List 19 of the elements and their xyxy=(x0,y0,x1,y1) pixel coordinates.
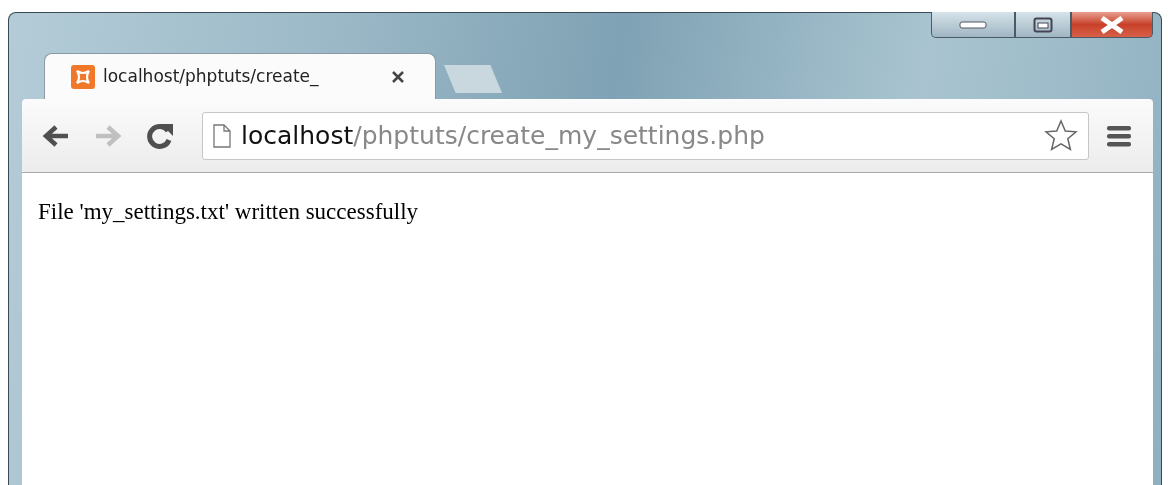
maximize-button[interactable] xyxy=(1015,12,1071,38)
browser-tab[interactable]: localhost/phptuts/create_ xyxy=(44,53,436,99)
page-icon xyxy=(213,123,231,148)
page-text: File 'my_settings.txt' written successfully xyxy=(38,199,419,224)
tab-title: localhost/phptuts/create_ xyxy=(103,64,320,89)
maximize-icon xyxy=(1033,16,1053,33)
close-button[interactable] xyxy=(1071,12,1153,38)
menu-icon xyxy=(1106,123,1132,148)
minimize-icon xyxy=(959,19,987,30)
app-icon xyxy=(71,64,95,89)
url-text: localhost/phptuts/create_my_settings.php xyxy=(241,119,766,152)
left-arrow-icon xyxy=(42,123,70,148)
close-icon[interactable] xyxy=(391,69,405,84)
address-bar[interactable]: localhost/phptuts/create_my_settings.php xyxy=(202,111,1089,160)
right-arrow-icon xyxy=(94,123,122,148)
star-icon[interactable] xyxy=(1044,118,1078,153)
reload-icon xyxy=(146,121,174,150)
minimize-button[interactable] xyxy=(931,12,1015,38)
close-icon xyxy=(1099,15,1125,34)
